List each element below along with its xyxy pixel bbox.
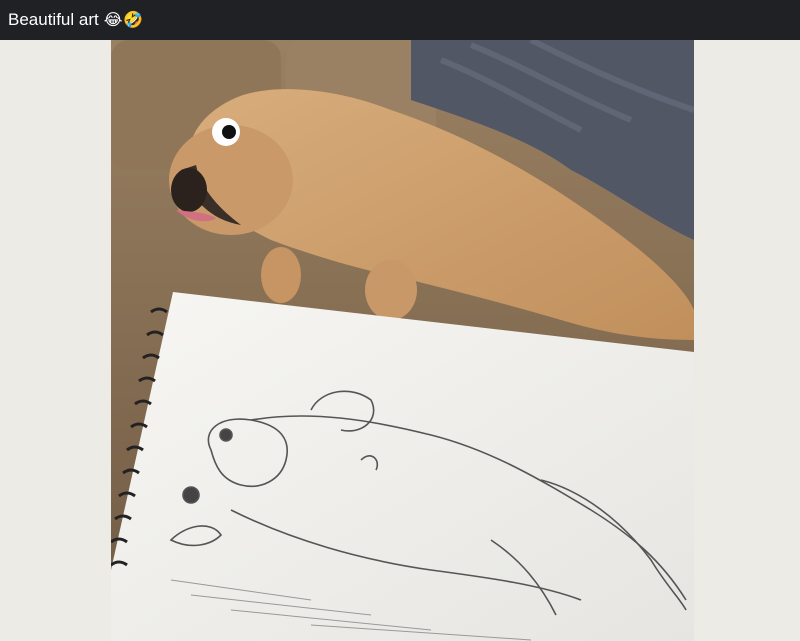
post-image-art <box>111 40 694 641</box>
post-image[interactable] <box>111 40 694 641</box>
pug-paw <box>261 247 301 303</box>
laughing-emoji-icon: 😂🤣 <box>103 12 145 29</box>
sketchbook-page <box>111 292 694 641</box>
pug-muzzle <box>171 168 207 212</box>
post-title: Beautiful art <box>8 10 99 29</box>
post-header: Beautiful art 😂🤣 <box>0 0 800 40</box>
pug-leg <box>365 260 417 320</box>
